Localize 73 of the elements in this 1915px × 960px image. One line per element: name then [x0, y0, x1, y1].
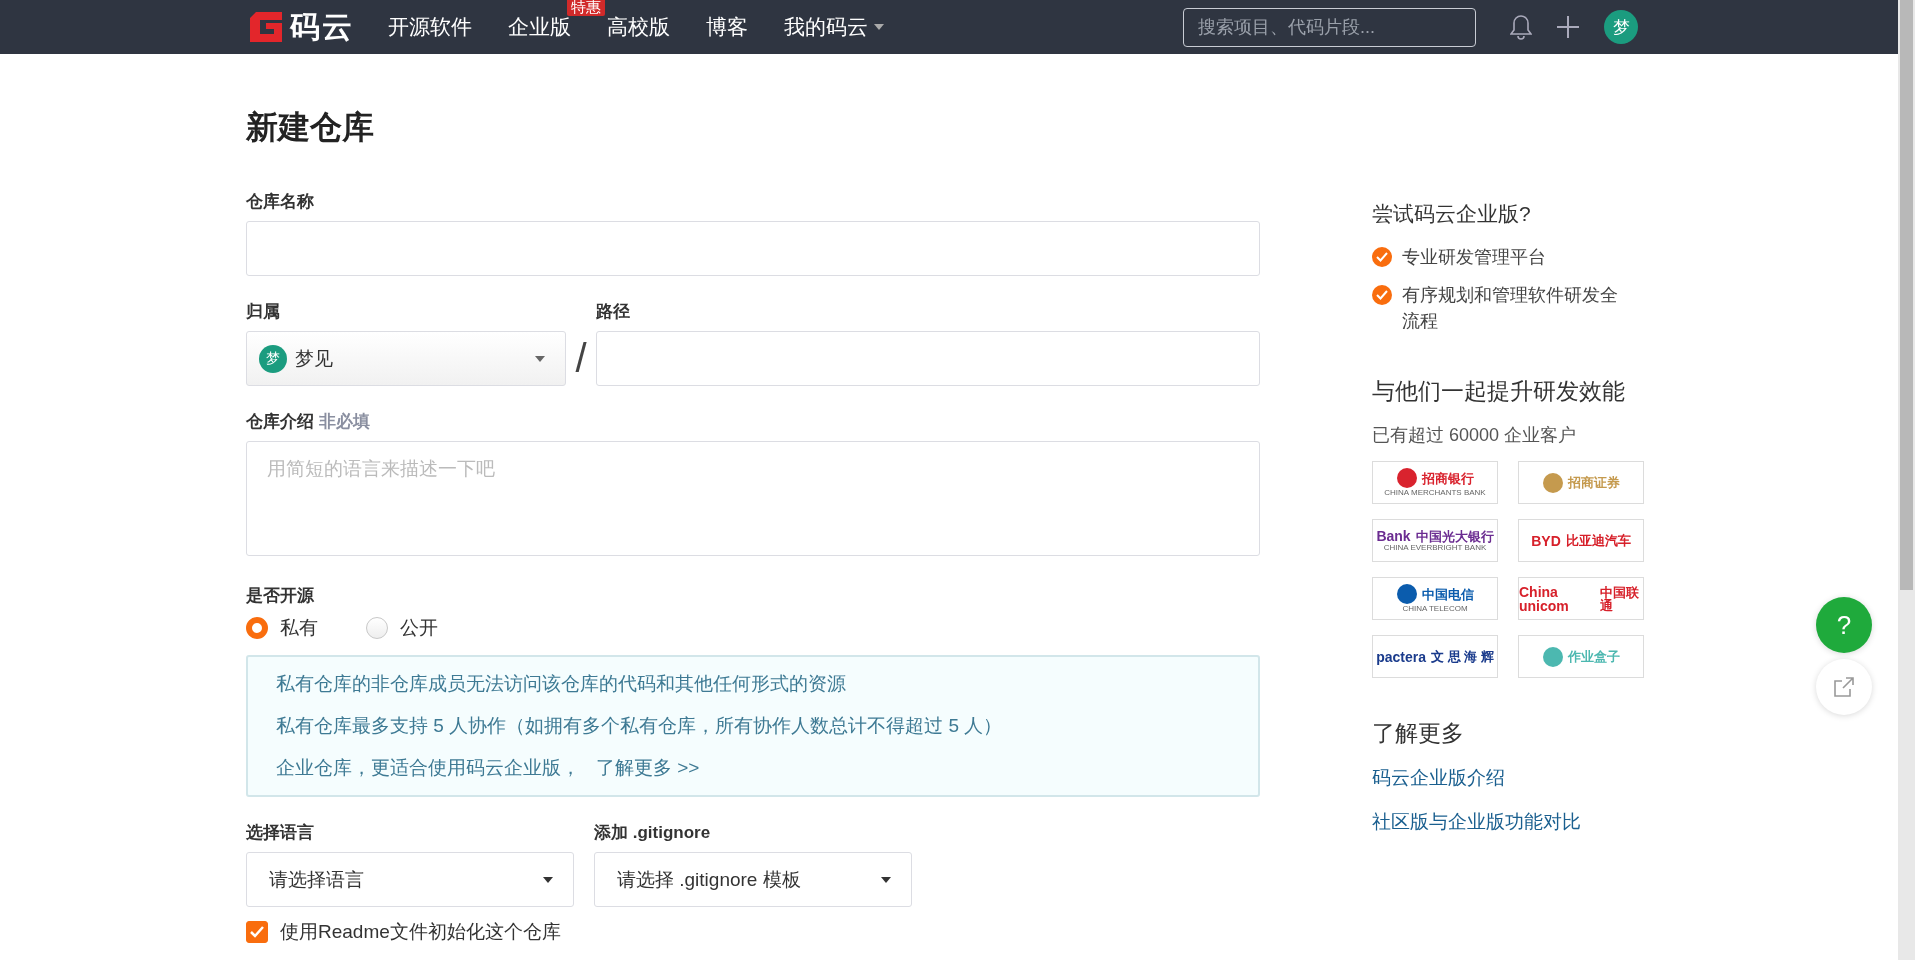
section-title: 与他们一起提升研发效能	[1372, 377, 1626, 406]
company-subtitle: CHINA TELECOM	[1402, 605, 1468, 613]
radio-label: 公开	[400, 616, 438, 640]
company-name: 招商银行	[1421, 471, 1474, 485]
caret-icon	[535, 355, 545, 362]
path-input[interactable]	[596, 331, 1260, 386]
company-subtitle: CHINA MERCHANTS BANK	[1384, 489, 1486, 497]
emblem-icon	[1396, 584, 1417, 604]
radio-label: 私有	[280, 616, 318, 640]
emblem-icon	[1542, 646, 1563, 667]
promo-badge: 特惠	[567, 0, 605, 16]
plus-icon[interactable]	[1556, 15, 1580, 39]
notice-text: 私有仓库最多支持 5 人协作（如拥有多个私有仓库，所有协作人数总计不得超过 5 人）	[276, 714, 1003, 738]
share-button[interactable]	[1816, 659, 1872, 715]
sidebar-link[interactable]: 码云企业版介绍	[1372, 765, 1634, 791]
page-title: 新建仓库	[246, 108, 375, 147]
logo-mark: BYD	[1531, 533, 1561, 548]
owner-select[interactable]: 梦 梦见	[246, 331, 566, 386]
field-label: 路径	[596, 301, 631, 323]
field-label: 添加 .gitignore	[594, 822, 712, 844]
name-input[interactable]	[246, 221, 1260, 276]
check-icon	[1372, 247, 1392, 267]
path-separator: /	[574, 335, 588, 382]
nav-link[interactable]: 企业版	[508, 13, 571, 41]
learn-more-link[interactable]: 了解更多 >>	[596, 755, 700, 781]
company-subtitle: CHINA EVERBRIGHT BANK	[1383, 544, 1487, 552]
nav-link[interactable]: 开源软件	[388, 13, 472, 41]
logo-text[interactable]: 码云	[290, 6, 354, 48]
field-label: 选择语言	[246, 822, 315, 844]
company-name: 中国电信	[1421, 587, 1474, 601]
feature-text: 有序规划和管理软件研发全流程	[1402, 284, 1619, 333]
nav-link[interactable]: 高校版	[607, 13, 670, 41]
nav-link[interactable]: 我的码云	[784, 13, 868, 41]
checkbox-label: 使用Readme文件初始化这个仓库	[280, 920, 561, 944]
bell-icon[interactable]	[1510, 14, 1532, 40]
language-select[interactable]: 请选择语言	[246, 852, 574, 907]
company-name: 中国光大银行	[1415, 529, 1494, 543]
feature-text: 专业研发管理平台	[1402, 246, 1546, 269]
readme-checkbox[interactable]	[246, 921, 268, 943]
owner-avatar: 梦	[259, 344, 287, 373]
caret-icon	[881, 876, 891, 883]
notice-text: 私有仓库的非仓库成员无法访问该仓库的代码和其他任何形式的资源	[276, 672, 846, 696]
radio-button[interactable]	[246, 617, 268, 639]
logo-mark: China unicom	[1519, 584, 1570, 613]
logo-mark: Bank	[1376, 529, 1411, 543]
logo-icon	[250, 12, 284, 42]
share-icon	[1832, 675, 1856, 699]
logo-mark: pactera	[1376, 649, 1426, 664]
company-name: 文 思 海 辉	[1431, 650, 1494, 663]
field-label: 归属	[246, 301, 281, 323]
nav-link[interactable]: 博客	[706, 13, 748, 41]
company-name: 作业盒子	[1567, 650, 1620, 663]
company-name: 招商证券	[1567, 476, 1620, 489]
field-label: 是否开源	[246, 585, 315, 607]
radio-button[interactable]	[366, 617, 388, 639]
company-name: 中国联通	[1600, 585, 1641, 612]
section-title: 了解更多	[1372, 719, 1465, 748]
company-name: 比亚迪汽车	[1565, 534, 1631, 547]
check-icon	[1372, 285, 1392, 305]
notice-text: 企业仓库，更适合使用码云企业版，	[276, 756, 580, 780]
sidebar-link[interactable]: 社区版与企业版功能对比	[1372, 809, 1634, 835]
field-label: 仓库介绍 非必填	[246, 411, 371, 433]
checkmark-icon	[250, 926, 264, 938]
promo-title: 尝试码云企业版?	[1372, 201, 1532, 227]
field-label: 仓库名称	[246, 191, 315, 213]
description-input[interactable]: 用简短的语言来描述一下吧	[246, 441, 1260, 556]
emblem-icon	[1542, 472, 1563, 493]
gitignore-select[interactable]: 请选择 .gitignore 模板	[594, 852, 912, 907]
emblem-icon	[1396, 468, 1417, 488]
search-field[interactable]: 搜索项目、代码片段...	[1183, 7, 1476, 47]
caret-icon	[543, 876, 553, 883]
scrollbar[interactable]	[1898, 0, 1915, 960]
customer-count: 已有超过 60000 企业客户	[1372, 424, 1578, 447]
